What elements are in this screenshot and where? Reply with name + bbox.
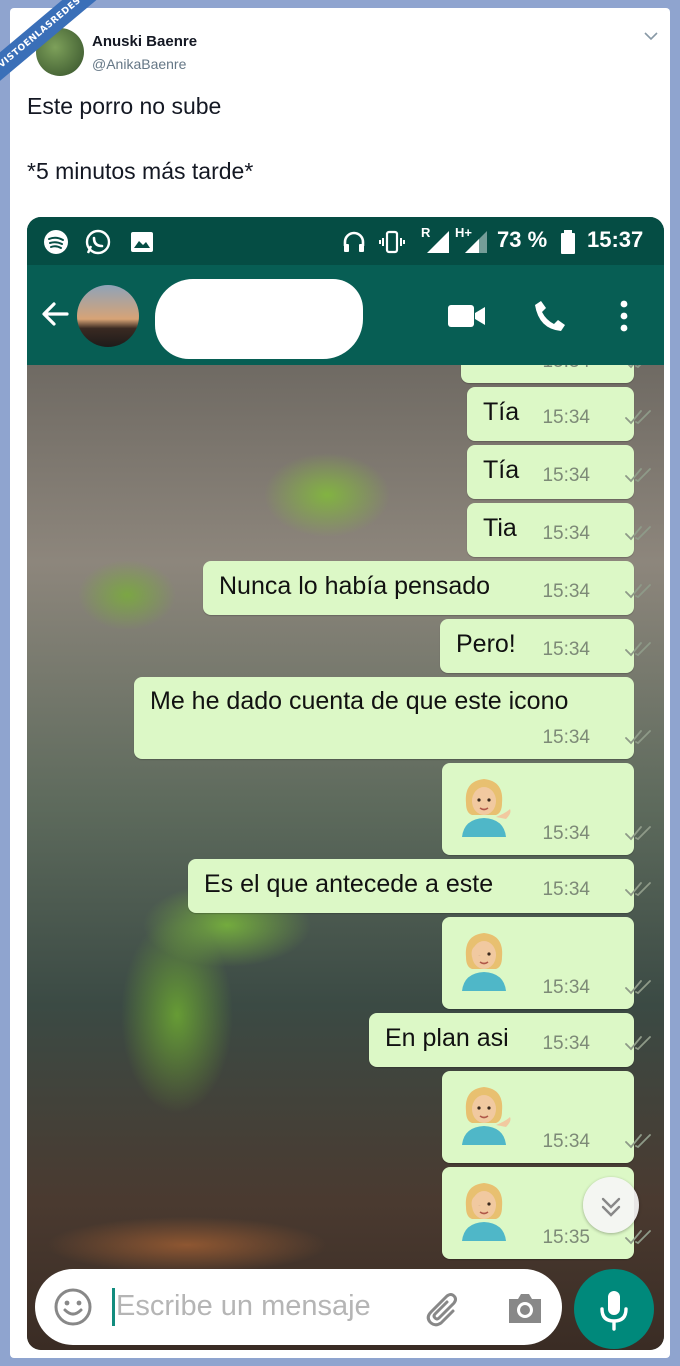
more-options-icon[interactable] [617,299,631,333]
message-time: 15:34 [542,639,590,660]
message-bubble[interactable]: Es el que antecede a este 15:34 [188,859,651,913]
double-check-icon [625,468,651,483]
redacted-contact-name[interactable] [155,279,363,359]
woman-tipping-hand-emoji-icon [462,779,511,837]
message-text: Tía [483,398,520,426]
double-check-icon [625,1036,651,1051]
tweet-card: Anuski Baenre @AnikaBaenre Este porro no… [10,8,670,1358]
double-check-icon [625,526,651,541]
message-bubble[interactable]: Pero! 15:34 [440,619,651,673]
message-text: Me he dado cuenta de que este icono [150,687,569,715]
chat-area[interactable]: 15:34Tía15:34Tía15:34Tia15:34Nunca lo ha… [27,365,664,1350]
text-cursor [112,1288,115,1326]
message-bubble[interactable]: 15:34 [442,1071,651,1163]
video-call-icon[interactable] [447,303,487,329]
double-check-icon [625,980,651,995]
whatsapp-icon [85,229,111,255]
message-text: Nunca lo había pensado [219,572,491,600]
emoji-icon[interactable] [53,1287,93,1327]
whatsapp-screenshot: R H+ 73 % 15:37 15:34Tía15:34Tía15:34Tia… [27,217,664,1350]
message-time: 15:34 [542,977,590,998]
tweet-text-line-2: *5 minutos más tarde* [27,158,254,184]
double-check-icon [625,584,651,599]
message-bubble[interactable]: 15:34 [442,917,651,1009]
contact-avatar[interactable] [77,285,139,347]
message-bubble[interactable]: Me he dado cuenta de que este icono 15:34 [134,677,651,759]
message-input[interactable]: Escribe un mensaje [116,1290,371,1323]
message-bubble[interactable]: Tía 15:34 [467,445,651,499]
chevron-down-icon[interactable] [644,28,658,44]
message-time: 15:34 [542,407,590,428]
chat-header [27,265,664,365]
message-time: 15:34 [542,523,590,544]
voice-record-button[interactable] [574,1269,654,1349]
message-time: 15:34 [542,1131,590,1152]
gallery-icon [131,232,153,252]
message-bubble[interactable]: En plan asi 15:34 [369,1013,651,1067]
message-time: 15:34 [542,1033,590,1054]
tweet-author-handle[interactable]: @AnikaBaenre [92,56,186,72]
spotify-icon [44,230,68,254]
clock: 15:37 [587,227,644,252]
message-bubble[interactable]: Tía 15:34 [467,387,651,441]
message-text: Tía [483,456,520,484]
vibrate-icon [379,230,405,254]
message-bubble[interactable]: Nunca lo había pensado 15:34 [203,561,651,615]
camera-icon[interactable] [505,1289,545,1329]
tweet-text-line-1: Este porro no sube [27,93,222,119]
battery-icon [561,230,575,254]
message-text: Pero! [456,630,516,658]
double-check-icon [627,365,642,369]
signal-icon [465,231,487,253]
message-time: 15:34 [542,823,590,844]
message-text: Es el que antecede a este [204,870,494,898]
message-time: 15:34 [542,465,590,486]
message-text: Tia [483,514,517,542]
phone-call-icon[interactable] [533,299,567,333]
message-text: En plan asi [385,1024,509,1052]
tweet-author-name[interactable]: Anuski Baenre [92,33,197,50]
attach-paperclip-icon[interactable] [423,1289,463,1329]
message-time: 15:34 [542,581,590,602]
message-bubble[interactable]: Tia 15:34 [467,503,651,557]
battery-percent: 73 % [497,227,548,252]
android-status-bar: R H+ 73 % 15:37 [27,217,664,265]
woman-facepalming-emoji-icon [462,1183,506,1241]
double-check-icon [625,826,651,841]
double-check-icon [625,410,651,425]
double-check-icon [625,882,651,897]
message-input-bar[interactable]: Escribe un mensaje [35,1269,562,1345]
woman-facepalming-emoji-icon [462,933,506,991]
message-bubble[interactable]: 15:34 [461,365,642,383]
scroll-to-bottom-button[interactable] [583,1177,639,1233]
double-check-icon [625,1134,651,1149]
back-arrow-icon[interactable] [39,298,71,330]
double-chevron-down-icon [601,1197,621,1217]
double-check-icon [625,730,651,745]
message-bubble[interactable]: 15:34 [442,763,651,855]
signal-icon [427,231,449,253]
message-time: 15:34 [542,879,590,900]
microphone-icon [600,1291,628,1331]
double-check-icon [625,642,651,657]
message-time: 15:34 [542,727,590,748]
message-time: 15:34 [542,365,590,373]
woman-tipping-hand-emoji-icon [462,1087,511,1145]
headphones-icon [343,231,365,252]
